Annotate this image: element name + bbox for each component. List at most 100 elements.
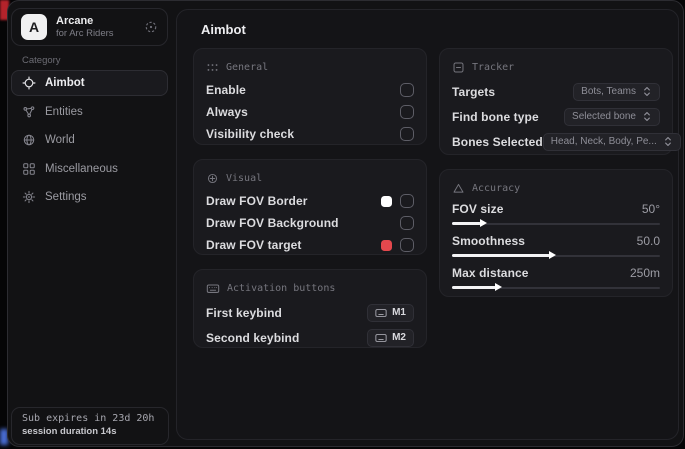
setting-row: Draw FOV target xyxy=(206,234,414,256)
visibility-check-checkbox[interactable] xyxy=(400,127,414,141)
slider-row: Smoothness 50.0 xyxy=(452,232,660,249)
setting-row: Draw FOV Background xyxy=(206,212,414,234)
visual-card: Visual Draw FOV Border Draw FOV Backgrou… xyxy=(193,159,427,255)
sidebar-item-label: Miscellaneous xyxy=(45,163,118,175)
setting-label: First keybind xyxy=(206,306,282,320)
accuracy-card-header: Accuracy xyxy=(452,180,660,196)
visual-card-header: Visual xyxy=(206,170,414,186)
second-keybind-button[interactable]: M2 xyxy=(367,329,414,347)
general-card: General Enable Always Visibility check xyxy=(193,48,427,145)
sidebar-item-entities[interactable]: Entities xyxy=(11,99,168,125)
keyboard-key-icon xyxy=(375,333,387,343)
setting-label: Visibility check xyxy=(206,127,294,141)
slider-label: Smoothness xyxy=(452,234,525,248)
setting-row: Find bone type Selected bone xyxy=(452,104,660,129)
first-keybind-button[interactable]: M1 xyxy=(367,304,414,322)
setting-controls xyxy=(381,194,414,208)
category-label: Category xyxy=(22,55,61,66)
slider-value: 50.0 xyxy=(637,234,660,248)
max-distance-slider[interactable] xyxy=(452,283,660,292)
session-duration: session duration 14s xyxy=(22,426,158,437)
smoothness-slider[interactable] xyxy=(452,251,660,260)
enable-checkbox[interactable] xyxy=(400,83,414,97)
subscription-card: Sub expires in 23d 20h session duration … xyxy=(11,407,169,445)
activation-card: Activation buttons First keybind M1 Seco… xyxy=(193,269,427,348)
slider-thumb[interactable] xyxy=(495,283,502,291)
section-title: Accuracy xyxy=(472,183,520,194)
setting-label: Draw FOV Border xyxy=(206,194,308,208)
slider-value: 50° xyxy=(642,202,660,216)
sidebar-nav: Aimbot Entities World xyxy=(11,70,168,213)
setting-row: First keybind M1 xyxy=(206,300,414,325)
entities-icon xyxy=(22,105,36,119)
draw-fov-target-checkbox[interactable] xyxy=(400,238,414,252)
select-value: Head, Neck, Body, Pe... xyxy=(551,136,657,147)
app-logo: A xyxy=(21,14,47,40)
page-title: Aimbot xyxy=(201,22,246,37)
tracker-card-header: Tracker xyxy=(452,59,660,75)
draw-fov-border-checkbox[interactable] xyxy=(400,194,414,208)
sidebar-item-world[interactable]: World xyxy=(11,127,168,153)
unfold-icon xyxy=(642,86,652,97)
slider-thumb[interactable] xyxy=(549,251,556,259)
sidebar-item-label: Aimbot xyxy=(45,77,85,89)
setting-label: Draw FOV target xyxy=(206,238,302,252)
setting-label: Bones Selected xyxy=(452,135,543,149)
color-swatch[interactable] xyxy=(381,240,392,251)
keyboard-icon xyxy=(206,282,220,295)
section-title: Activation buttons xyxy=(227,283,335,294)
slider-fill xyxy=(452,222,481,225)
slider-value: 250m xyxy=(630,266,660,280)
setting-row: Visibility check xyxy=(206,123,414,145)
app-name: Arcane xyxy=(56,15,114,27)
slider-label: FOV size xyxy=(452,202,503,216)
setting-row: Second keybind M2 xyxy=(206,325,414,350)
sync-icon[interactable] xyxy=(144,20,158,34)
app-window: A Arcane for Arc Riders Category Aimbot xyxy=(7,0,684,447)
color-swatch[interactable] xyxy=(381,196,392,207)
subscription-expiry: Sub expires in 23d 20h xyxy=(22,413,158,424)
setting-row: Bones Selected Head, Neck, Body, Pe... xyxy=(452,129,660,154)
slider-thumb[interactable] xyxy=(480,219,487,227)
main-panel: Aimbot General Enable Always xyxy=(176,9,679,440)
find-bone-type-select[interactable]: Selected bone xyxy=(564,108,660,126)
setting-label: Draw FOV Background xyxy=(206,216,339,230)
keybind-value: M2 xyxy=(392,332,406,343)
section-title: Visual xyxy=(226,173,262,184)
crosshair-icon xyxy=(22,76,36,90)
setting-label: Enable xyxy=(206,83,246,97)
setting-label: Find bone type xyxy=(452,110,539,124)
sidebar-item-aimbot[interactable]: Aimbot xyxy=(11,70,168,96)
setting-label: Second keybind xyxy=(206,331,299,345)
select-value: Bots, Teams xyxy=(581,86,636,97)
app-title-block: Arcane for Arc Riders xyxy=(56,15,114,39)
fov-size-slider[interactable] xyxy=(452,219,660,228)
sliders-icon xyxy=(206,61,219,74)
sidebar-item-miscellaneous[interactable]: Miscellaneous xyxy=(11,156,168,182)
sidebar-item-label: Settings xyxy=(45,191,87,203)
setting-label: Always xyxy=(206,105,248,119)
triangle-icon xyxy=(452,182,465,195)
globe-icon xyxy=(22,133,36,147)
always-checkbox[interactable] xyxy=(400,105,414,119)
tracker-card: Tracker Targets Bots, Teams Find bone ty… xyxy=(439,48,673,155)
sidebar-item-label: World xyxy=(45,134,75,146)
bones-selected-select[interactable]: Head, Neck, Body, Pe... xyxy=(543,133,681,151)
setting-row: Draw FOV Border xyxy=(206,190,414,212)
section-title: Tracker xyxy=(472,62,514,73)
section-title: General xyxy=(226,62,268,73)
sidebar-item-settings[interactable]: Settings xyxy=(11,184,168,210)
setting-label: Targets xyxy=(452,85,495,99)
draw-fov-background-checkbox[interactable] xyxy=(400,216,414,230)
targets-select[interactable]: Bots, Teams xyxy=(573,83,660,101)
general-card-header: General xyxy=(206,59,414,75)
sidebar-item-label: Entities xyxy=(45,106,83,118)
activation-card-header: Activation buttons xyxy=(206,280,414,296)
keybind-value: M1 xyxy=(392,307,406,318)
setting-controls xyxy=(381,238,414,252)
gear-icon xyxy=(22,190,36,204)
slider-label: Max distance xyxy=(452,266,529,280)
setting-row: Targets Bots, Teams xyxy=(452,79,660,104)
grid-icon xyxy=(22,162,36,176)
select-value: Selected bone xyxy=(572,111,636,122)
